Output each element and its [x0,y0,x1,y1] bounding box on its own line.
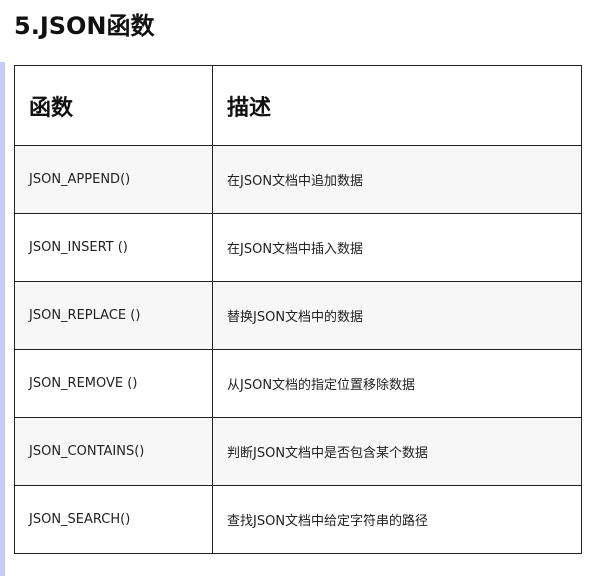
description-cell: 查找JSON文档中给定字符串的路径 [212,485,582,554]
table-row: JSON_REPLACE () 替换JSON文档中的数据 [14,281,582,350]
description-cell: 判断JSON文档中是否包含某个数据 [212,417,582,486]
table-row: JSON_SEARCH() 查找JSON文档中给定字符串的路径 [14,485,582,554]
table-header-row: 函数 描述 [14,65,582,146]
header-description: 描述 [212,65,582,146]
table-row: JSON_APPEND() 在JSON文档中追加数据 [14,145,582,214]
description-cell: 在JSON文档中追加数据 [212,145,582,214]
function-name-cell: JSON_CONTAINS() [14,417,213,486]
function-name-cell: JSON_SEARCH() [14,485,213,554]
header-function: 函数 [14,65,213,146]
left-accent-bar [0,62,5,576]
table-row: JSON_CONTAINS() 判断JSON文档中是否包含某个数据 [14,417,582,486]
table-row: JSON_REMOVE () 从JSON文档的指定位置移除数据 [14,349,582,418]
description-cell: 在JSON文档中插入数据 [212,213,582,282]
json-functions-table: 函数 描述 JSON_APPEND() 在JSON文档中追加数据 JSON_IN… [14,65,582,554]
description-cell: 替换JSON文档中的数据 [212,281,582,350]
page: 5.JSON函数 函数 描述 JSON_APPEND() 在JSON文档中追加数… [0,0,604,576]
table-row: JSON_INSERT () 在JSON文档中插入数据 [14,213,582,282]
description-cell: 从JSON文档的指定位置移除数据 [212,349,582,418]
function-name-cell: JSON_INSERT () [14,213,213,282]
function-name-cell: JSON_APPEND() [14,145,213,214]
section-heading: 5.JSON函数 [14,12,155,40]
function-name-cell: JSON_REPLACE () [14,281,213,350]
function-name-cell: JSON_REMOVE () [14,349,213,418]
